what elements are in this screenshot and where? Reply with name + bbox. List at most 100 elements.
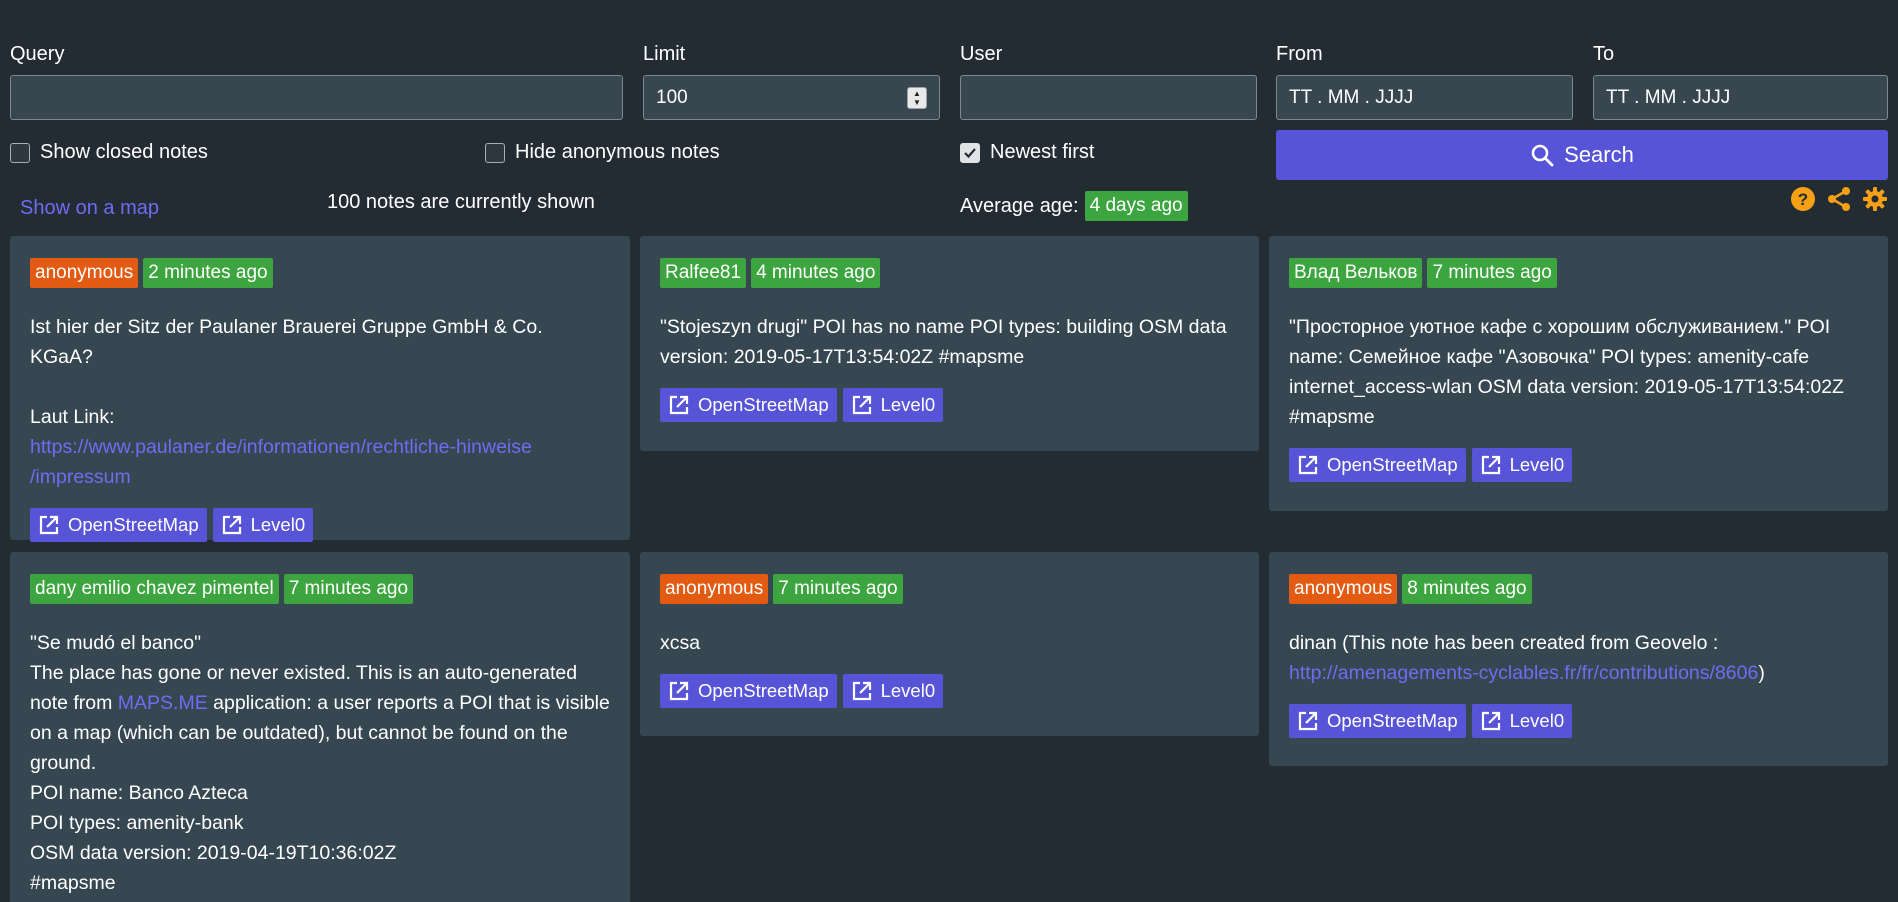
- note-text-line: Laut Link:: [30, 406, 115, 428]
- external-link-icon: [222, 515, 241, 535]
- search-button[interactable]: Search: [1276, 130, 1888, 180]
- note-age-badge: 7 minutes ago: [283, 574, 414, 604]
- hide-anonymous-option[interactable]: Hide anonymous notes: [485, 141, 720, 164]
- note-text: xcsa: [660, 632, 701, 654]
- note-card: anonymous 8 minutes ago dinan (This note…: [1269, 552, 1888, 766]
- toolbar-icons: ?: [1790, 186, 1888, 212]
- note-text-line: #mapsme: [30, 872, 116, 894]
- note-header: anonymous 8 minutes ago: [1289, 574, 1868, 604]
- user-field: User: [960, 40, 1257, 120]
- note-card: dany emilio chavez pimentel 7 minutes ag…: [10, 552, 630, 902]
- note-user-badge[interactable]: anonymous: [660, 574, 769, 604]
- limit-input[interactable]: 100 ▲ ▼: [643, 75, 940, 120]
- external-link-icon: [1481, 455, 1500, 475]
- note-card: anonymous 2 minutes ago Ist hier der Sit…: [10, 236, 630, 542]
- note-link-part[interactable]: /impressum: [30, 466, 131, 488]
- note-text: "Просторное уютное кафе с хорошим обслуж…: [1289, 316, 1844, 428]
- newest-first-checkbox[interactable]: [960, 142, 980, 163]
- stepper-down-icon[interactable]: ▼: [913, 98, 921, 107]
- note-user-badge[interactable]: dany emilio chavez pimentel: [30, 574, 279, 604]
- search-button-label: Search: [1564, 142, 1634, 167]
- note-text-line: "Se mudó el banco": [30, 632, 202, 654]
- note-header: anonymous 2 minutes ago: [30, 258, 610, 288]
- note-actions: OpenStreetMap Level0: [660, 674, 1239, 708]
- average-age: Average age: 4 days ago: [960, 191, 1188, 221]
- openstreetmap-button[interactable]: OpenStreetMap: [1289, 704, 1466, 738]
- share-icon[interactable]: [1826, 186, 1852, 212]
- openstreetmap-button[interactable]: OpenStreetMap: [1289, 448, 1466, 482]
- limit-stepper[interactable]: ▲ ▼: [907, 86, 927, 109]
- note-actions: OpenStreetMap Level0: [30, 508, 610, 542]
- note-card: Ralfee81 4 minutes ago "Stojeszyn drugi"…: [640, 236, 1259, 451]
- note-text-line: dinan (This note has been created from G…: [1289, 632, 1719, 654]
- newest-first-label: Newest first: [990, 141, 1095, 163]
- external-link-icon: [852, 395, 871, 415]
- note-text: Ist hier der Sitz der Paulaner Brauerei …: [30, 312, 610, 492]
- query-input[interactable]: [10, 75, 623, 120]
- openstreetmap-button[interactable]: OpenStreetMap: [660, 674, 837, 708]
- level0-button[interactable]: Level0: [1471, 704, 1573, 738]
- from-date-input[interactable]: TT . MM . JJJJ: [1276, 75, 1573, 120]
- level0-button[interactable]: Level0: [842, 388, 944, 422]
- user-label: User: [960, 43, 1003, 65]
- level0-button[interactable]: Level0: [212, 508, 314, 542]
- note-link-part[interactable]: https://www.paulaner.de/informationen/re…: [30, 436, 532, 458]
- to-label: To: [1593, 43, 1615, 65]
- svg-text:?: ?: [1798, 190, 1808, 209]
- openstreetmap-label: OpenStreetMap: [68, 514, 199, 535]
- hide-anonymous-checkbox[interactable]: [485, 142, 505, 163]
- settings-icon[interactable]: [1862, 186, 1888, 212]
- openstreetmap-button[interactable]: OpenStreetMap: [30, 508, 207, 542]
- external-link-icon: [669, 681, 689, 701]
- note-text-line: http://amenagements-cyclables.fr/fr/cont…: [1289, 658, 1868, 688]
- show-on-map-link[interactable]: Show on a map: [20, 197, 159, 220]
- help-icon[interactable]: ?: [1790, 186, 1816, 212]
- openstreetmap-label: OpenStreetMap: [1327, 454, 1458, 475]
- note-user-badge[interactable]: Ralfee81: [660, 258, 747, 288]
- note-text-line: POI types: amenity-bank: [30, 812, 244, 834]
- geovelo-link[interactable]: http://amenagements-cyclables.fr/fr/cont…: [1289, 662, 1758, 684]
- limit-field: Limit 100 ▲ ▼: [643, 40, 940, 120]
- level0-button[interactable]: Level0: [842, 674, 944, 708]
- average-age-badge: 4 days ago: [1084, 191, 1188, 221]
- user-input[interactable]: [960, 75, 1257, 120]
- note-text-line: The place has gone or never existed. Thi…: [30, 658, 610, 778]
- checkmark-icon: [964, 147, 976, 158]
- note-user-badge[interactable]: anonymous: [30, 258, 139, 288]
- show-closed-option[interactable]: Show closed notes: [10, 141, 208, 164]
- level0-button[interactable]: Level0: [1471, 448, 1573, 482]
- to-date-input[interactable]: TT . MM . JJJJ: [1593, 75, 1888, 120]
- note-text-line: POI name: Banco Azteca: [30, 782, 248, 804]
- search-icon: [1531, 144, 1554, 167]
- note-header: anonymous 7 minutes ago: [660, 574, 1239, 604]
- newest-first-option[interactable]: Newest first: [960, 141, 1094, 164]
- note-actions: OpenStreetMap Level0: [660, 388, 1239, 422]
- external-link-icon: [1481, 711, 1500, 731]
- external-link-icon: [669, 395, 689, 415]
- note-card: Влад Вельков 7 minutes ago "Просторное у…: [1269, 236, 1888, 511]
- limit-label: Limit: [643, 43, 686, 65]
- openstreetmap-label: OpenStreetMap: [1327, 710, 1458, 731]
- show-closed-checkbox[interactable]: [10, 142, 30, 163]
- stepper-up-icon[interactable]: ▲: [913, 89, 921, 98]
- openstreetmap-button[interactable]: OpenStreetMap: [660, 388, 837, 422]
- note-card: anonymous 7 minutes ago xcsa OpenStreetM…: [640, 552, 1259, 736]
- external-link-icon: [39, 515, 59, 535]
- mapsme-link[interactable]: MAPS.ME: [118, 692, 208, 714]
- note-user-badge[interactable]: Влад Вельков: [1289, 258, 1423, 288]
- note-link[interactable]: https://www.paulaner.de/informationen/re…: [30, 432, 610, 492]
- to-field: To TT . MM . JJJJ: [1593, 40, 1888, 120]
- notes-page: Query Limit 100 ▲ ▼ User From TT . MM . …: [0, 0, 1898, 902]
- note-header: Ralfee81 4 minutes ago: [660, 258, 1239, 288]
- from-field: From TT . MM . JJJJ: [1276, 40, 1573, 120]
- show-closed-label: Show closed notes: [40, 141, 208, 163]
- note-text: "Stojeszyn drugi" POI has no name POI ty…: [660, 316, 1227, 368]
- note-age-badge: 2 minutes ago: [143, 258, 273, 288]
- average-age-label: Average age:: [960, 194, 1079, 217]
- note-actions: OpenStreetMap Level0: [1289, 448, 1868, 482]
- note-text: dinan (This note has been created from G…: [1289, 628, 1868, 688]
- note-user-badge[interactable]: anonymous: [1289, 574, 1398, 604]
- note-actions: OpenStreetMap Level0: [1289, 704, 1868, 738]
- query-label: Query: [10, 43, 65, 65]
- level0-label: Level0: [880, 680, 936, 701]
